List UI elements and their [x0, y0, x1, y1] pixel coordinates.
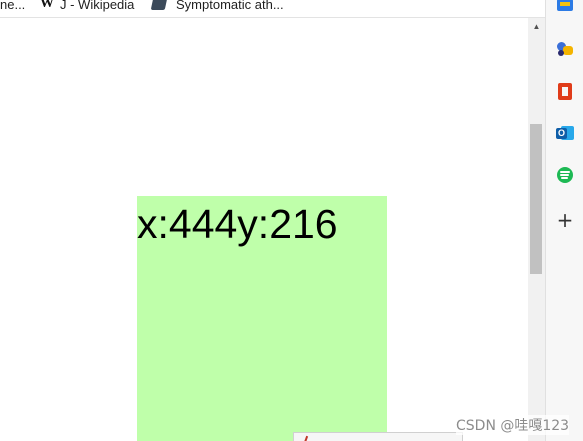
add-icon: +: [556, 208, 574, 232]
popup-window-edge[interactable]: [293, 432, 463, 441]
office-icon: [558, 82, 572, 100]
games-icon: [556, 39, 574, 57]
browser-window: ne... W J - Wikipedia Symptomatic ath...…: [0, 0, 583, 441]
mouse-tracking-box[interactable]: x:444y:216: [137, 196, 387, 441]
scroll-up-arrow-icon[interactable]: ▲: [528, 18, 545, 35]
bookmark-label: ne...: [0, 0, 26, 12]
shopping-icon: [557, 0, 573, 11]
bookmark-symptomatic[interactable]: Symptomatic ath...: [150, 0, 284, 14]
bookmark-label: Symptomatic ath...: [176, 0, 284, 12]
sidebar-shopping-button[interactable]: [554, 0, 576, 16]
spotify-icon: [557, 167, 573, 183]
scrollbar-thumb[interactable]: [530, 124, 542, 274]
page-content: x:444y:216: [0, 18, 528, 441]
sidebar-spotify-button[interactable]: [554, 164, 576, 186]
edge-sidebar: O +: [545, 0, 583, 441]
coordinates-readout: x:444y:216: [137, 201, 338, 247]
wikipedia-w-icon: W: [40, 0, 54, 11]
checkmark-icon: [298, 434, 309, 441]
sidebar-games-button[interactable]: [554, 37, 576, 59]
bookmark-label: J - Wikipedia: [60, 0, 135, 12]
sidebar-office-button[interactable]: [554, 80, 576, 102]
bookmark-wikipedia[interactable]: W J - Wikipedia: [40, 0, 134, 14]
bookmarks-bar: ne... W J - Wikipedia Symptomatic ath...: [0, 0, 545, 18]
csdn-watermark: CSDN @哇嘎123: [456, 415, 570, 435]
document-favicon-icon: [150, 0, 168, 10]
vertical-scrollbar[interactable]: ▲: [528, 18, 545, 441]
bookmark-item[interactable]: ne...: [0, 0, 25, 14]
sidebar-outlook-button[interactable]: O: [554, 122, 576, 144]
sidebar-add-button[interactable]: +: [554, 209, 576, 231]
outlook-icon: O: [556, 125, 574, 141]
